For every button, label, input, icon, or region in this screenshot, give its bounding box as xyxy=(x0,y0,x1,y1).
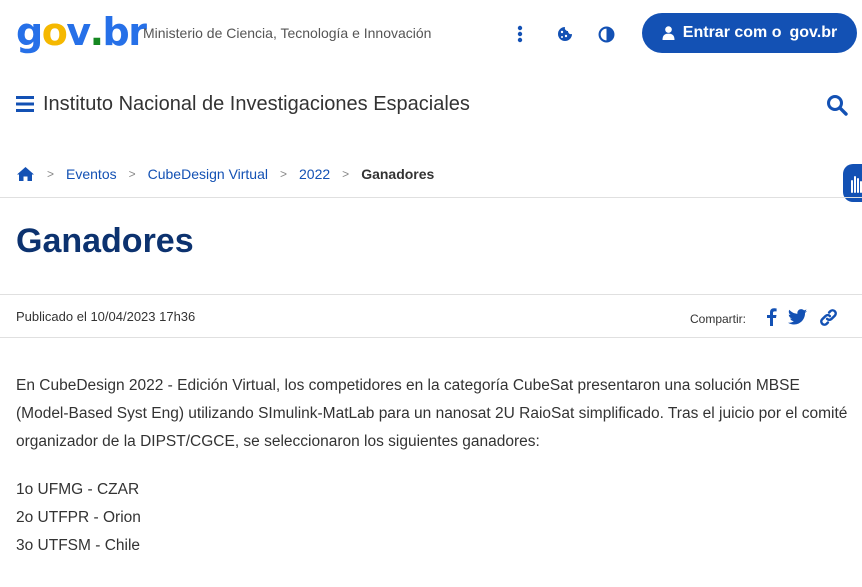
contrast-button[interactable] xyxy=(592,20,620,48)
home-icon[interactable] xyxy=(16,166,35,182)
sign-language-icon xyxy=(851,176,862,193)
winner-item: 3o UTFSM - Chile xyxy=(16,537,141,554)
more-vertical-icon xyxy=(517,25,523,43)
facebook-icon xyxy=(766,308,777,326)
share-link-button[interactable] xyxy=(817,306,839,328)
login-label: Entrar com o xyxy=(682,24,782,41)
govbr-logo[interactable]: g o v. br xyxy=(16,10,147,54)
more-options-button[interactable] xyxy=(506,20,534,48)
header-nav: Instituto Nacional de Investigaciones Es… xyxy=(0,80,862,130)
breadcrumb-item-cubedesign[interactable]: CubeDesign Virtual xyxy=(148,166,268,182)
breadcrumb-separator: > xyxy=(280,167,288,181)
site-title[interactable]: Instituto Nacional de Investigaciones Es… xyxy=(43,93,470,116)
hamburger-menu-icon[interactable] xyxy=(16,96,34,112)
logo-letter: v xyxy=(66,10,91,54)
header-top: g o v. br Ministerio de Ciencia, Tecnología… xyxy=(0,0,862,68)
breadcrumb-separator: > xyxy=(128,167,136,181)
divider xyxy=(0,197,862,198)
logo-letter: g xyxy=(16,10,43,54)
breadcrumb-item-2022[interactable]: 2022 xyxy=(299,166,330,182)
breadcrumb: > Eventos > CubeDesign Virtual > 2022 > … xyxy=(16,162,434,186)
ministry-name: Ministerio de Ciencia, Tecnología e Inno… xyxy=(143,25,432,41)
logo-letter: br xyxy=(102,10,147,54)
breadcrumb-separator: > xyxy=(342,167,350,181)
share-facebook-button[interactable] xyxy=(760,306,782,328)
login-govbr-button[interactable]: Entrar com o gov.br xyxy=(642,13,857,53)
published-date: Publicado el 10/04/2023 17h36 xyxy=(16,309,196,324)
twitter-icon xyxy=(787,309,807,325)
search-icon[interactable] xyxy=(826,94,848,116)
article-body: En CubeDesign 2022 - Edición Virtual, lo… xyxy=(16,372,856,560)
breadcrumb-separator: > xyxy=(47,167,55,181)
winner-item: 2o UTFPR - Orion xyxy=(16,509,141,526)
cookie-icon xyxy=(558,27,572,41)
winners-list: 1o UFMG - CZAR 2o UTFPR - Orion 3o UTFSM… xyxy=(16,476,856,560)
user-icon xyxy=(662,26,675,40)
cookie-button[interactable] xyxy=(551,20,579,48)
logo-letter: . xyxy=(89,10,104,54)
login-brand: gov.br xyxy=(789,24,838,41)
breadcrumb-current: Ganadores xyxy=(361,166,435,182)
breadcrumb-item-eventos[interactable]: Eventos xyxy=(66,166,117,182)
winner-item: 1o UFMG - CZAR xyxy=(16,481,140,498)
link-icon xyxy=(819,308,837,326)
contrast-icon xyxy=(598,26,614,42)
article-paragraph: En CubeDesign 2022 - Edición Virtual, lo… xyxy=(16,377,848,450)
share-twitter-button[interactable] xyxy=(786,306,808,328)
share-label: Compartir: xyxy=(690,312,747,326)
page-title: Ganadores xyxy=(16,222,194,260)
divider xyxy=(0,337,862,338)
divider xyxy=(0,294,862,295)
logo-letter: o xyxy=(41,10,68,54)
